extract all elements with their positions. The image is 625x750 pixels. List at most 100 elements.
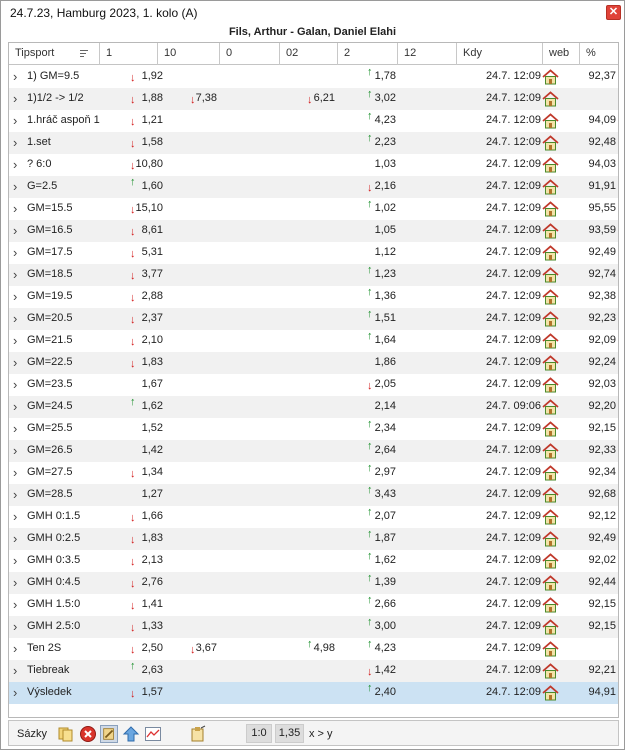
table-row[interactable]: › G=2.5 1,60 ↑ 2,16 ↓ 24.7. 12:09 91,91 — [9, 176, 618, 198]
chevron-right-icon[interactable]: › — [13, 576, 23, 590]
home-icon[interactable] — [542, 575, 559, 591]
table-row[interactable]: › GM=27.5 1,34 ↓ 2,97 ↑ 24.7. 12:09 92,34 — [9, 462, 618, 484]
chevron-right-icon[interactable]: › — [13, 202, 23, 216]
edit-icon[interactable] — [100, 725, 118, 743]
home-icon[interactable] — [542, 289, 559, 305]
odds-value[interactable]: 8,61 — [142, 224, 163, 236]
odds-value[interactable]: 1,62 — [375, 554, 396, 566]
odds-value[interactable]: 1,58 — [142, 136, 163, 148]
home-icon[interactable] — [542, 465, 559, 481]
chevron-right-icon[interactable]: › — [13, 224, 23, 238]
chart-icon[interactable] — [144, 725, 162, 743]
home-icon[interactable] — [542, 531, 559, 547]
home-icon[interactable] — [542, 685, 559, 701]
table-row[interactable]: › ? 6:0 10,80 ↓ 1,03 24.7. 12:09 94,03 — [9, 154, 618, 176]
odds-value[interactable]: 1,21 — [142, 114, 163, 126]
column-header-4[interactable]: 02 — [280, 43, 338, 65]
column-header-5[interactable]: 2 — [338, 43, 398, 65]
odds-value[interactable]: 1,66 — [142, 510, 163, 522]
odds-value[interactable]: 1,42 — [375, 664, 396, 676]
chevron-right-icon[interactable]: › — [13, 444, 23, 458]
chevron-right-icon[interactable]: › — [13, 620, 23, 634]
home-icon[interactable] — [542, 135, 559, 151]
home-icon[interactable] — [542, 267, 559, 283]
home-icon[interactable] — [542, 619, 559, 635]
chevron-right-icon[interactable]: › — [13, 268, 23, 282]
column-header-1[interactable]: 1 — [100, 43, 158, 65]
table-row[interactable]: › GMH 0:1.5 1,66 ↓ 2,07 ↑ 24.7. 12:09 92,12 — [9, 506, 618, 528]
home-icon[interactable] — [542, 201, 559, 217]
chevron-right-icon[interactable]: › — [13, 356, 23, 370]
odds-value[interactable]: 1,62 — [142, 400, 163, 412]
odds-value[interactable]: 2,66 — [375, 598, 396, 610]
home-icon[interactable] — [542, 355, 559, 371]
odds-value[interactable]: 2,34 — [375, 422, 396, 434]
odds-value[interactable]: 1,92 — [142, 70, 163, 82]
odds-value[interactable]: 2,97 — [375, 466, 396, 478]
odds-value[interactable]: 1,42 — [142, 444, 163, 456]
odds-value[interactable]: 10,80 — [135, 158, 163, 170]
odds-value[interactable]: 1,27 — [142, 488, 163, 500]
table-row[interactable]: › Výsledek 1,57 ↓ 2,40 ↑ 24.7. 12:09 94,91 — [9, 682, 618, 704]
table-row[interactable]: › GM=24.5 1,62 ↑ 2,14 24.7. 09:06 92,20 — [9, 396, 618, 418]
table-row[interactable]: › GMH 0:2.5 1,83 ↓ 1,87 ↑ 24.7. 12:09 92,49 — [9, 528, 618, 550]
odds-value[interactable]: 1,87 — [375, 532, 396, 544]
home-icon[interactable] — [542, 91, 559, 107]
home-icon[interactable] — [542, 553, 559, 569]
table-row[interactable]: › 1) GM=9.5 1,92 ↓ 1,78 ↑ 24.7. 12:09 92,37 — [9, 66, 618, 88]
chevron-right-icon[interactable]: › — [13, 400, 23, 414]
table-row[interactable]: › GMH 0:3.5 2,13 ↓ 1,62 ↑ 24.7. 12:09 92,02 — [9, 550, 618, 572]
odds-value[interactable]: 2,76 — [142, 576, 163, 588]
chevron-right-icon[interactable]: › — [13, 686, 23, 700]
odds-value[interactable]: 1,57 — [142, 686, 163, 698]
table-row[interactable]: › GMH 0:4.5 2,76 ↓ 1,39 ↑ 24.7. 12:09 92,44 — [9, 572, 618, 594]
column-header-0[interactable]: Tipsport — [9, 43, 100, 65]
chevron-right-icon[interactable]: › — [13, 642, 23, 656]
column-header-9[interactable]: % — [580, 43, 618, 65]
home-icon[interactable] — [542, 663, 559, 679]
home-icon[interactable] — [542, 509, 559, 525]
odds-value[interactable]: 3,77 — [142, 268, 163, 280]
odds-value[interactable]: 3,00 — [375, 620, 396, 632]
chevron-right-icon[interactable]: › — [13, 422, 23, 436]
home-icon[interactable] — [542, 333, 559, 349]
odds-value[interactable]: 2,63 — [142, 664, 163, 676]
home-icon[interactable] — [542, 157, 559, 173]
odds-value[interactable]: 2,13 — [142, 554, 163, 566]
table-row[interactable]: › GM=16.5 8,61 ↓ 1,05 24.7. 12:09 93,59 — [9, 220, 618, 242]
odds-value[interactable]: 6,21 — [314, 92, 335, 104]
odds-box[interactable]: 1,35 — [275, 724, 304, 743]
home-icon[interactable] — [542, 223, 559, 239]
odds-value[interactable]: 2,37 — [142, 312, 163, 324]
table-row[interactable]: › GMH 2.5:0 1,33 ↓ 3,00 ↑ 24.7. 12:09 92,15 — [9, 616, 618, 638]
chevron-right-icon[interactable]: › — [13, 554, 23, 568]
odds-value[interactable]: 2,10 — [142, 334, 163, 346]
table-row[interactable]: › GM=25.5 1,52 2,34 ↑ 24.7. 12:09 92,15 — [9, 418, 618, 440]
chevron-right-icon[interactable]: › — [13, 488, 23, 502]
odds-value[interactable]: 3,67 — [196, 642, 217, 654]
table-row[interactable]: › GM=20.5 2,37 ↓ 1,51 ↑ 24.7. 12:09 92,23 — [9, 308, 618, 330]
home-icon[interactable] — [542, 641, 559, 657]
odds-value[interactable]: 1,60 — [142, 180, 163, 192]
odds-value[interactable]: 4,23 — [375, 642, 396, 654]
odds-value[interactable]: 1,12 — [375, 246, 396, 258]
notes-icon[interactable] — [189, 725, 207, 743]
odds-value[interactable]: 2,40 — [375, 686, 396, 698]
table-row[interactable]: › Tiebreak 2,63 ↑ 1,42 ↓ 24.7. 12:09 92,21 — [9, 660, 618, 682]
odds-value[interactable]: 2,88 — [142, 290, 163, 302]
home-icon[interactable] — [542, 421, 559, 437]
odds-value[interactable]: 1,83 — [142, 356, 163, 368]
odds-value[interactable]: 1,41 — [142, 598, 163, 610]
column-header-6[interactable]: 12 — [398, 43, 457, 65]
odds-value[interactable]: 2,23 — [375, 136, 396, 148]
odds-value[interactable]: 1,36 — [375, 290, 396, 302]
odds-value[interactable]: 1,64 — [375, 334, 396, 346]
table-row[interactable]: › GM=18.5 3,77 ↓ 1,23 ↑ 24.7. 12:09 92,74 — [9, 264, 618, 286]
table-row[interactable]: › GM=22.5 1,83 ↓ 1,86 24.7. 12:09 92,24 — [9, 352, 618, 374]
odds-value[interactable]: 7,38 — [196, 92, 217, 104]
odds-value[interactable]: 1,33 — [142, 620, 163, 632]
chevron-right-icon[interactable]: › — [13, 378, 23, 392]
column-header-2[interactable]: 10 — [158, 43, 220, 65]
table-row[interactable]: › GM=15.5 15,10 ↓ 1,02 ↑ 24.7. 12:09 95,55 — [9, 198, 618, 220]
odds-value[interactable]: 1,23 — [375, 268, 396, 280]
